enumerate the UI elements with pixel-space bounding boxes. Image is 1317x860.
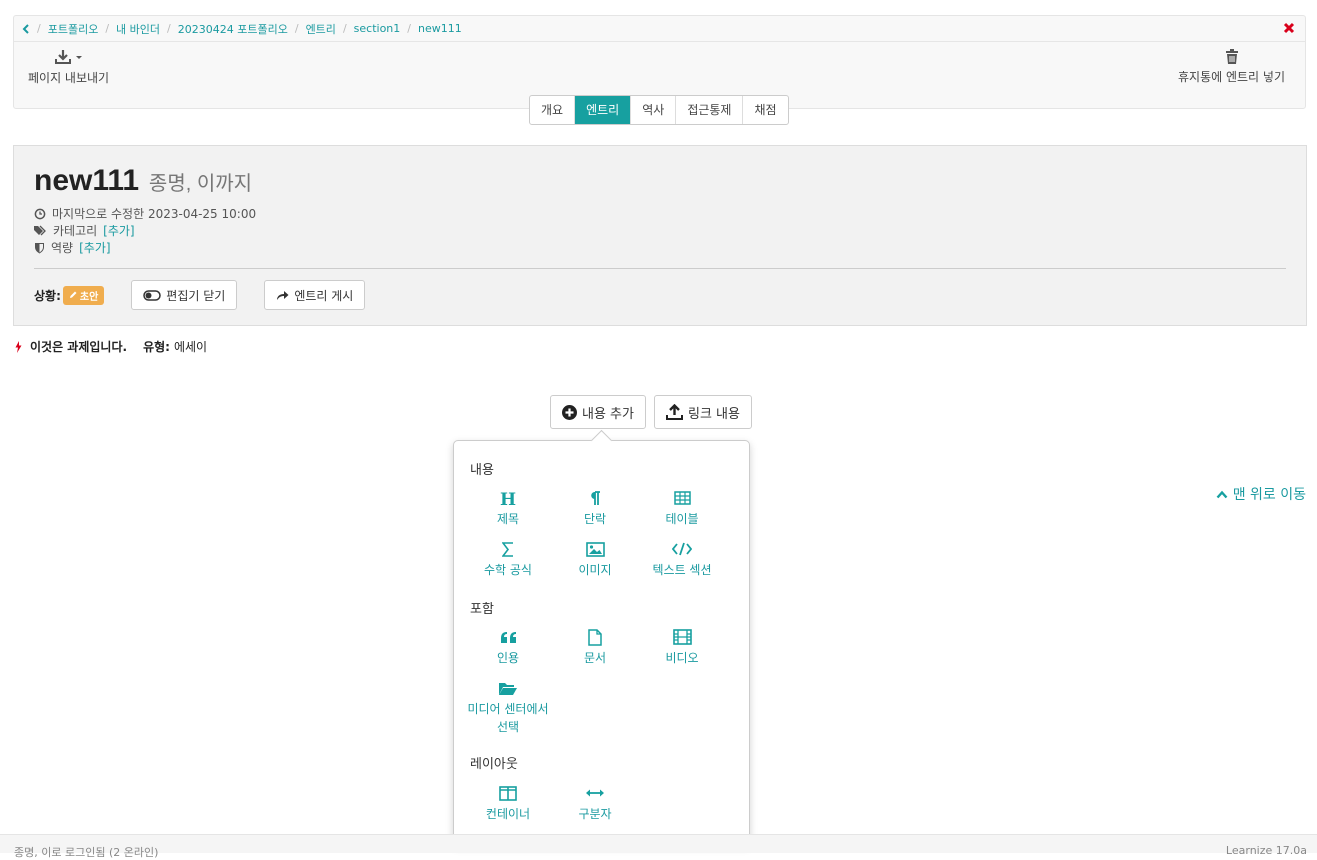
tab-history[interactable]: 역사 bbox=[631, 96, 677, 124]
add-separator-item[interactable]: 구분자 bbox=[550, 784, 640, 822]
add-content-label: 내용 추가 bbox=[582, 406, 634, 422]
add-video-item[interactable]: 비디오 bbox=[637, 628, 727, 666]
tab-entry[interactable]: 엔트리 bbox=[575, 96, 632, 124]
section-layout-title: 레이아웃 bbox=[470, 757, 518, 772]
heading-icon: H bbox=[463, 489, 553, 507]
add-content-button[interactable]: 내용 추가 bbox=[550, 395, 646, 429]
breadcrumb-entry[interactable]: 엔트리 bbox=[306, 21, 336, 37]
add-paragraph-item[interactable]: 단락 bbox=[550, 489, 640, 527]
quote-icon bbox=[463, 628, 553, 646]
publish-entry-label: 엔트리 게시 bbox=[294, 288, 354, 303]
paragraph-icon bbox=[550, 489, 640, 507]
add-content-popover: 내용 H 제목 단락 테이블 수학 공식 이미지 텍스트 섹션 포함 인용 문서… bbox=[453, 429, 750, 845]
columns-icon bbox=[463, 784, 553, 802]
move-to-trash-button[interactable]: 휴지통에 엔트리 넣기 bbox=[1178, 49, 1285, 85]
section-embed-title: 포함 bbox=[470, 602, 494, 617]
entry-tabs: 개요 엔트리 역사 접근통제 채점 bbox=[529, 95, 789, 125]
add-image-item[interactable]: 이미지 bbox=[550, 540, 640, 578]
add-table-item[interactable]: 테이블 bbox=[637, 489, 727, 527]
film-icon bbox=[637, 628, 727, 646]
competency-row: 역량 [추가] bbox=[34, 239, 111, 256]
back-to-top-label: 맨 위로 이동 bbox=[1232, 487, 1306, 503]
link-content-label: 링크 내용 bbox=[687, 406, 740, 422]
plus-circle-icon bbox=[562, 404, 577, 420]
svg-text:H: H bbox=[500, 491, 516, 506]
tab-access-control[interactable]: 접근통제 bbox=[676, 96, 744, 124]
category-label: 카테고리 bbox=[53, 224, 98, 238]
breadcrumb-binder[interactable]: 내 바인더 bbox=[116, 21, 160, 37]
add-text-section-item[interactable]: 텍스트 섹션 bbox=[637, 540, 727, 578]
entry-author: 종명, 이까지 bbox=[148, 173, 253, 195]
document-icon bbox=[550, 628, 640, 646]
tab-overview[interactable]: 개요 bbox=[530, 96, 576, 124]
share-icon bbox=[276, 290, 289, 301]
footer: 종명, 이로 로그인됨 (2 온라인) Learnize 17.0a bbox=[0, 834, 1317, 859]
category-row: 카테고리 [추가] bbox=[34, 222, 135, 239]
tab-grading[interactable]: 채점 bbox=[743, 96, 787, 124]
add-heading-item[interactable]: H 제목 bbox=[463, 489, 553, 527]
assignment-type-value: 에세이 bbox=[173, 340, 208, 354]
add-competency-link[interactable]: [추가] bbox=[79, 239, 110, 256]
entry-title: new111 종명, 이까지 bbox=[34, 164, 252, 198]
entry-title-text: new111 bbox=[34, 164, 140, 197]
breadcrumb-portfolio-20230424[interactable]: 20230424 포트폴리오 bbox=[178, 21, 288, 37]
add-container-item[interactable]: 컨테이너 bbox=[463, 784, 553, 822]
select-from-media-center-item[interactable]: 미디어 센터에서 선택 bbox=[463, 679, 553, 736]
close-icon[interactable] bbox=[1283, 22, 1295, 34]
sigma-icon bbox=[463, 540, 553, 558]
breadcrumb-portfolio[interactable]: 포트폴리오 bbox=[48, 21, 99, 37]
last-modified-text: 마지막으로 수정한 2023-04-25 10:00 bbox=[52, 207, 257, 221]
add-math-item[interactable]: 수학 공식 bbox=[463, 540, 553, 578]
add-quote-item[interactable]: 인용 bbox=[463, 628, 553, 666]
footer-login-status: 종명, 이로 로그인됨 (2 온라인) bbox=[14, 846, 159, 859]
clock-icon bbox=[34, 208, 46, 220]
image-icon bbox=[550, 540, 640, 558]
add-document-item[interactable]: 문서 bbox=[550, 628, 640, 666]
footer-version: Learnize 17.0a bbox=[1225, 844, 1307, 857]
breadcrumb: / 포트폴리오 / 내 바인더 / 20230424 포트폴리오 / 엔트리 /… bbox=[14, 16, 1305, 42]
bolt-icon bbox=[15, 340, 22, 353]
status-label: 상황: bbox=[34, 288, 61, 303]
link-content-button[interactable]: 링크 내용 bbox=[653, 395, 752, 429]
divider bbox=[34, 268, 1286, 269]
shield-icon bbox=[34, 242, 45, 254]
section-content-title: 내용 bbox=[470, 463, 494, 478]
horizontal-arrows-icon bbox=[550, 784, 640, 802]
table-icon bbox=[637, 489, 727, 507]
competency-label: 역량 bbox=[51, 241, 74, 255]
download-icon bbox=[28, 49, 109, 65]
status-badge: 초안 bbox=[62, 285, 105, 305]
breadcrumb-current[interactable]: new111 bbox=[418, 22, 462, 35]
export-page-button[interactable]: 페이지 내보내기 bbox=[28, 49, 109, 86]
trash-icon bbox=[1178, 49, 1285, 64]
tags-icon bbox=[34, 225, 47, 236]
breadcrumb-section[interactable]: section1 bbox=[354, 22, 401, 35]
last-modified: 마지막으로 수정한 2023-04-25 10:00 bbox=[34, 205, 256, 222]
add-content-actions: 내용 추가 링크 내용 bbox=[550, 395, 760, 429]
upload-icon bbox=[665, 404, 683, 420]
pencil-icon bbox=[69, 291, 77, 299]
publish-entry-button[interactable]: 엔트리 게시 bbox=[264, 280, 366, 310]
close-editor-label: 편집기 닫기 bbox=[166, 288, 226, 303]
assignment-type-label: 유형: bbox=[143, 340, 170, 354]
export-page-label: 페이지 내보내기 bbox=[28, 71, 110, 85]
back-to-top-link[interactable]: 맨 위로 이동 bbox=[1216, 484, 1306, 504]
status-badge-text: 초안 bbox=[79, 291, 99, 303]
assignment-text: 이것은 과제입니다. bbox=[30, 340, 128, 354]
code-icon bbox=[637, 540, 727, 558]
toggle-icon bbox=[143, 289, 162, 301]
close-editor-button[interactable]: 편집기 닫기 bbox=[131, 280, 238, 310]
assignment-info: 이것은 과제입니다. 유형: 에세이 bbox=[15, 338, 207, 355]
status-row: 상황: 초안 편집기 닫기 엔트리 게시 bbox=[34, 280, 366, 310]
folder-open-icon bbox=[463, 679, 553, 697]
chevron-up-icon bbox=[1216, 490, 1228, 499]
move-to-trash-label: 휴지통에 엔트리 넣기 bbox=[1178, 70, 1285, 84]
add-category-link[interactable]: [추가] bbox=[103, 222, 134, 239]
entry-header-panel: new111 종명, 이까지 마지막으로 수정한 2023-04-25 10:0… bbox=[13, 145, 1307, 326]
chevron-left-icon[interactable] bbox=[22, 23, 30, 34]
